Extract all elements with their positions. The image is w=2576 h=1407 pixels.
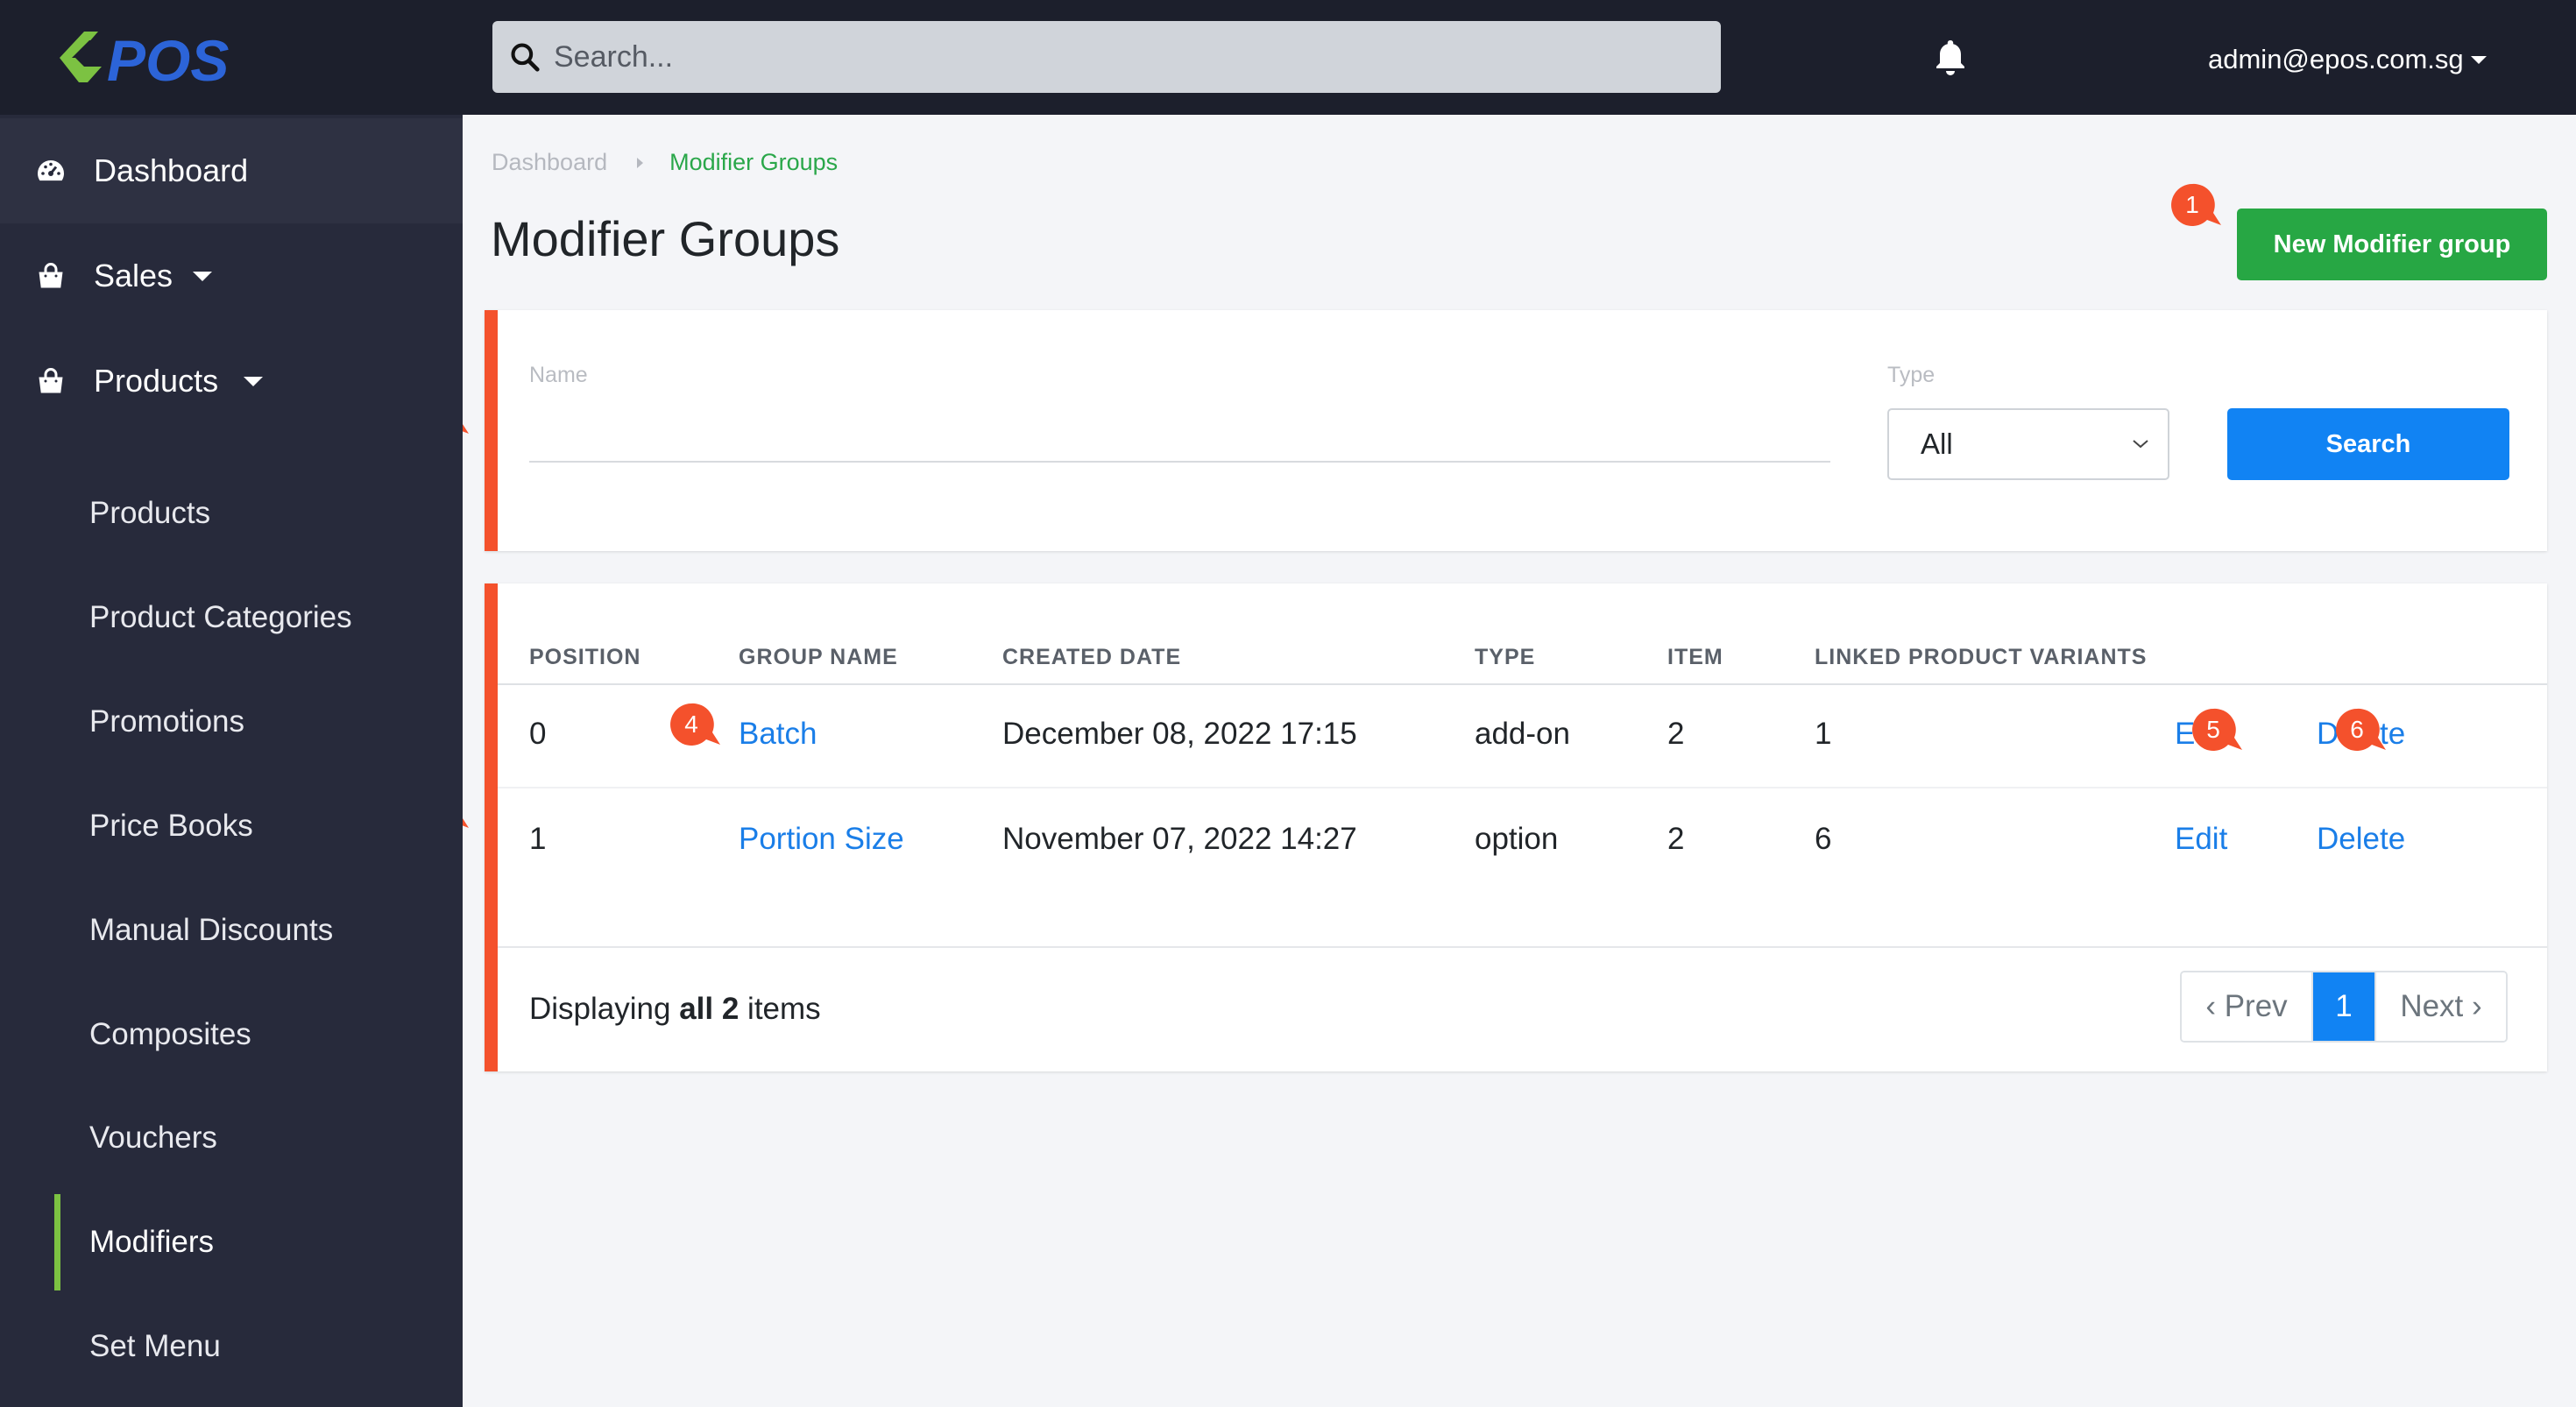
- edit-link[interactable]: Edit: [2175, 822, 2227, 857]
- sidebar-subitem-set-menu[interactable]: Set Menu: [0, 1298, 463, 1395]
- sidebar-item-label: Products: [94, 363, 219, 399]
- sidebar-subitem-composites[interactable]: Composites: [0, 986, 463, 1083]
- column-header-created-date[interactable]: CREATED DATE: [1002, 645, 1181, 670]
- table-footer-divider: [498, 946, 2547, 948]
- items-count-suffix: items: [747, 992, 821, 1026]
- name-input[interactable]: [529, 407, 1830, 463]
- column-header-position[interactable]: POSITION: [529, 645, 640, 670]
- search-button[interactable]: Search: [2227, 408, 2509, 480]
- search-icon: [511, 43, 540, 72]
- cell-type: option: [1475, 822, 1559, 856]
- sidebar-subitem-label: Composites: [89, 1017, 251, 1051]
- sidebar-subitem-modifiers[interactable]: Modifiers: [0, 1194, 463, 1290]
- sidebar-subitem-label: Price Books: [89, 809, 253, 843]
- name-label: Name: [529, 363, 588, 387]
- callout-marker: 4: [670, 703, 720, 746]
- breadcrumb: Dashboard Modifier Groups: [492, 149, 838, 176]
- cell-created-date: November 07, 2022 14:27: [1002, 822, 1357, 856]
- items-count-prefix: Displaying: [529, 992, 671, 1026]
- highlight-edge: [485, 310, 498, 551]
- type-label: Type: [1887, 363, 1936, 387]
- type-select-value: All: [1921, 428, 1953, 460]
- group-name-link[interactable]: Batch: [739, 717, 817, 752]
- caret-down-icon: [193, 271, 212, 281]
- table-row: 1 Portion Size November 07, 2022 14:27 o…: [498, 790, 2547, 894]
- callout-number: 5: [2206, 716, 2220, 743]
- breadcrumb-current: Modifier Groups: [669, 149, 839, 175]
- user-menu[interactable]: admin@epos.com.sg: [2208, 42, 2487, 77]
- sidebar-item-label: Dashboard: [94, 152, 249, 188]
- active-indicator: [54, 1194, 60, 1290]
- modifier-groups-table-card: POSITION GROUP NAME CREATED DATE TYPE IT…: [485, 583, 2547, 1071]
- callout-marker: 6: [2336, 708, 2386, 751]
- sidebar-subitem-label: Manual Discounts: [89, 913, 334, 947]
- callout-marker: 5: [2192, 708, 2242, 751]
- highlight-edge: [485, 583, 498, 1071]
- delete-link[interactable]: Delete: [2317, 822, 2405, 857]
- column-header-linked-product-variants[interactable]: LINKED PRODUCT VARIANTS: [1815, 645, 2147, 670]
- sidebar-subitem-vouchers[interactable]: Vouchers: [0, 1090, 463, 1186]
- shopping-bag-icon: [39, 263, 63, 288]
- shopping-bag-icon: [39, 368, 63, 393]
- bell-icon[interactable]: [1929, 37, 1971, 79]
- tachometer-icon: [38, 160, 64, 181]
- sidebar-subitem-label: Modifiers: [89, 1225, 214, 1259]
- sidebar-subitem-manual-discounts[interactable]: Manual Discounts: [0, 882, 463, 979]
- sidebar-subitem-price-books[interactable]: Price Books: [0, 778, 463, 874]
- sidebar-subitem-promotions[interactable]: Promotions: [0, 674, 463, 770]
- cell-type: add-on: [1475, 717, 1570, 751]
- breadcrumb-separator-icon: [637, 157, 644, 168]
- sidebar-item-label: Sales: [94, 258, 173, 293]
- filter-card: Name Type All Search: [485, 310, 2547, 551]
- cell-created-date: December 08, 2022 17:15: [1002, 717, 1357, 751]
- sidebar-subitem-label: Vouchers: [89, 1121, 217, 1155]
- cell-position: 0: [529, 717, 547, 751]
- column-header-group-name[interactable]: GROUP NAME: [739, 645, 898, 670]
- svg-text:POS: POS: [107, 28, 229, 91]
- cell-item: 2: [1667, 717, 1685, 751]
- current-page-button[interactable]: 1: [2313, 972, 2374, 1041]
- new-modifier-group-button[interactable]: New Modifier group: [2237, 209, 2547, 280]
- cell-linked-variants: 6: [1815, 822, 1832, 856]
- page-title: Modifier Groups: [491, 211, 840, 266]
- cell-item: 2: [1667, 822, 1685, 856]
- sidebar-subitem-label: Products: [89, 496, 211, 530]
- caret-down-icon: [2470, 55, 2487, 64]
- global-search[interactable]: [492, 21, 1721, 93]
- caret-down-icon: [244, 376, 263, 386]
- sidebar-subitem-products[interactable]: Products: [0, 465, 463, 562]
- sidebar-subitem-label: Product Categories: [89, 600, 352, 634]
- column-header-type[interactable]: TYPE: [1475, 645, 1535, 670]
- breadcrumb-dashboard[interactable]: Dashboard: [492, 149, 607, 176]
- cell-position: 1: [529, 822, 547, 856]
- callout-marker: 1: [2171, 183, 2221, 226]
- sidebar-subitem-label: Set Menu: [89, 1329, 221, 1363]
- group-name-link[interactable]: Portion Size: [739, 822, 904, 857]
- cell-linked-variants: 1: [1815, 717, 1832, 751]
- pagination: ‹ Prev 1 Next ›: [2180, 971, 2508, 1043]
- callout-number: 6: [2350, 716, 2364, 743]
- user-email: admin@epos.com.sg: [2208, 44, 2464, 74]
- epos-logo[interactable]: POS: [56, 25, 284, 91]
- callout-number: 4: [684, 711, 698, 738]
- search-input[interactable]: [554, 39, 1693, 74]
- sidebar-item-dashboard[interactable]: Dashboard: [0, 118, 463, 223]
- sidebar-nav: Dashboard Sales Products Products Produc…: [0, 115, 463, 1407]
- next-page-button[interactable]: Next ›: [2374, 972, 2506, 1041]
- sidebar-subitem-label: Promotions: [89, 704, 245, 739]
- sidebar-subitem-product-categories[interactable]: Product Categories: [0, 569, 463, 666]
- callout-number: 1: [2185, 191, 2199, 218]
- top-navbar: POS admin@epos.com.sg: [0, 0, 2576, 115]
- chevron-down-icon: [2133, 440, 2148, 449]
- items-count-text: Displaying all 2 items: [529, 992, 821, 1027]
- sidebar-item-products[interactable]: Products: [0, 329, 463, 434]
- type-select[interactable]: All: [1887, 408, 2169, 480]
- column-header-item[interactable]: ITEM: [1667, 645, 1723, 670]
- prev-page-button[interactable]: ‹ Prev: [2182, 972, 2313, 1041]
- sidebar-item-sales[interactable]: Sales: [0, 223, 463, 329]
- items-count-bold: all 2: [679, 992, 740, 1026]
